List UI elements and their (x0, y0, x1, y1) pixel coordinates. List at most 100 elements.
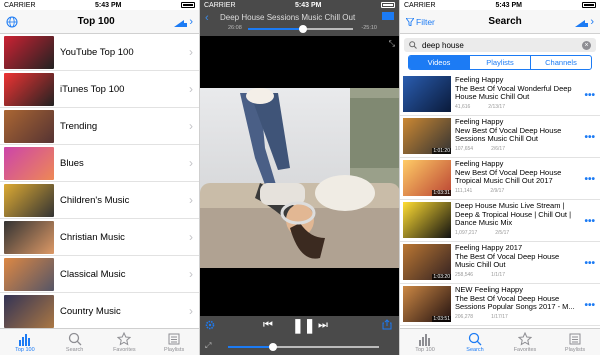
battery-icon (380, 2, 395, 8)
segment-channels[interactable]: Channels (531, 56, 591, 69)
view-count: 107,654 (455, 145, 474, 152)
share-icon[interactable] (382, 319, 392, 330)
screen-top100: CARRIER 5:43 PM Top 100 › YouTube Top 10… (0, 0, 200, 355)
tab-label: Search (466, 346, 484, 353)
video-thumbnail: 1:01:20 (403, 118, 451, 154)
category-thumbnail (4, 35, 54, 69)
segment-playlists[interactable]: Playlists (470, 56, 531, 69)
result-row[interactable]: 1:03:31 Feeling Happy New Best Of Vocal D… (400, 158, 600, 200)
category-row[interactable]: Classical Music › (0, 256, 199, 293)
view-count: 1,097,217 (455, 229, 478, 236)
battery-icon (581, 2, 596, 8)
clear-search-icon[interactable]: × (582, 40, 591, 50)
category-label: Blues (60, 157, 84, 169)
result-text: Feeling Happy New Best Of Vocal Deep Hou… (455, 160, 579, 195)
category-row[interactable]: Children's Music › (0, 182, 199, 219)
result-meta: 41,616 2/13/17 (455, 103, 579, 112)
more-dots-icon[interactable]: ••• (584, 132, 595, 143)
tab-favorites[interactable]: Favorites (500, 329, 550, 355)
category-row[interactable]: iTunes Top 100 › (0, 71, 199, 108)
expand-icon[interactable]: ⤢ (205, 341, 211, 351)
page-title: Top 100 (77, 16, 115, 27)
chevron-right-icon: › (189, 119, 193, 133)
player-controls: ⏮ ❚❚ ⏭ ⤢ (200, 316, 399, 355)
category-thumbnail (4, 257, 54, 291)
result-row[interactable]: 1:03:20 Feeling Happy 2017 The Best Of Vo… (400, 242, 600, 284)
result-text: NEW Feeling Happy The Best Of Vocal Deep… (455, 286, 579, 321)
chevron-right-icon: › (189, 82, 193, 96)
seek-knob[interactable] (298, 25, 307, 33)
result-row[interactable]: 1:01:20 Feeling Happy New Best Of Vocal D… (400, 116, 600, 158)
view-count: 258,546 (455, 271, 474, 278)
category-label: Christian Music (60, 231, 125, 243)
tab-top100[interactable]: Top 100 (400, 329, 450, 355)
remaining-time: -25:10 (361, 25, 377, 31)
category-row[interactable]: Trending › (0, 108, 199, 145)
status-bar: CARRIER 5:43 PM (200, 0, 399, 10)
more-dots-icon[interactable]: ••• (584, 90, 595, 101)
result-list: Feeling Happy The Best Of Vocal Wonderfu… (400, 74, 600, 355)
next-button[interactable]: ⏭ (318, 319, 328, 332)
more-dots-icon[interactable]: ••• (584, 258, 595, 269)
page-title: Search (488, 16, 522, 27)
upload-date: 1/17/17 (491, 313, 508, 320)
playlist-icon (568, 332, 582, 347)
segment-videos[interactable]: Videos (409, 56, 470, 69)
view-count: 206,278 (455, 313, 474, 320)
tab-top100[interactable]: Top 100 (0, 329, 50, 355)
back-chevron-icon[interactable]: ‹ (205, 12, 209, 24)
category-row[interactable]: Blues › (0, 145, 199, 182)
more-dots-icon[interactable]: ••• (584, 216, 595, 227)
upload-date: 2/5/17 (495, 229, 510, 236)
globe-icon[interactable] (6, 16, 18, 28)
search-input[interactable]: deep house × (404, 38, 596, 52)
nav-bar: Filter Search › (400, 10, 600, 34)
collapse-arrows-icon[interactable]: ⤡ (389, 39, 395, 49)
result-title: Feeling Happy New Best Of Vocal Deep Hou… (455, 160, 562, 185)
video-area[interactable]: ⤡ (200, 36, 399, 298)
video-thumbnail: 1:03:20 (403, 244, 451, 280)
clock: 5:43 PM (295, 1, 322, 9)
search-query: deep house (422, 40, 464, 50)
seek-bar[interactable] (248, 25, 353, 33)
carrier-label: CARRIER (204, 1, 236, 9)
chevron-right-icon: › (189, 304, 193, 318)
category-row[interactable]: Christian Music › (0, 219, 199, 256)
result-row[interactable]: Feeling Happy The Best Of Vocal Wonderfu… (400, 74, 600, 116)
result-row[interactable]: 1:03:51 NEW Feeling Happy The Best Of Voc… (400, 284, 600, 326)
clock: 5:43 PM (95, 1, 122, 9)
volume-knob[interactable] (269, 343, 278, 351)
category-label: iTunes Top 100 (60, 83, 125, 95)
now-playing-button[interactable]: › (174, 16, 193, 28)
now-playing-button[interactable]: › (575, 16, 594, 28)
more-dots-icon[interactable]: ••• (584, 174, 595, 185)
tab-playlists[interactable]: Playlists (550, 329, 600, 355)
result-row[interactable]: Deep House Music Live Stream | Deep & Tr… (400, 200, 600, 242)
tab-label: Top 100 (415, 346, 435, 353)
tab-search[interactable]: Search (50, 329, 100, 355)
pause-button[interactable]: ❚❚ (292, 317, 315, 334)
tab-playlists[interactable]: Playlists (149, 329, 199, 355)
music-bars-icon (174, 19, 188, 27)
tab-search[interactable]: Search (450, 329, 500, 355)
battery-icon (180, 2, 195, 8)
upload-date: 1/1/17 (491, 271, 505, 278)
previous-button[interactable]: ⏮ (263, 319, 273, 332)
filter-icon (406, 17, 414, 26)
category-thumbnail (4, 220, 54, 254)
gear-icon[interactable] (205, 320, 215, 330)
magnifier-icon (468, 332, 482, 347)
category-row[interactable]: Country Music › (0, 293, 199, 330)
filter-button[interactable]: Filter (406, 17, 435, 27)
nav-bar: Top 100 › (0, 10, 199, 34)
category-row[interactable]: YouTube Top 100 › (0, 34, 199, 71)
queue-list-icon[interactable] (382, 12, 394, 20)
volume-slider[interactable] (228, 343, 379, 351)
tab-favorites[interactable]: Favorites (100, 329, 150, 355)
result-text: Feeling Happy New Best Of Vocal Deep Hou… (455, 118, 579, 153)
video-thumbnail (403, 202, 451, 238)
tab-bar: Top 100 Search Favorites Playlists (400, 328, 600, 355)
result-title: NEW Feeling Happy The Best Of Vocal Deep… (455, 286, 575, 311)
more-dots-icon[interactable]: ••• (584, 300, 595, 311)
clock: 5:43 PM (495, 1, 522, 9)
